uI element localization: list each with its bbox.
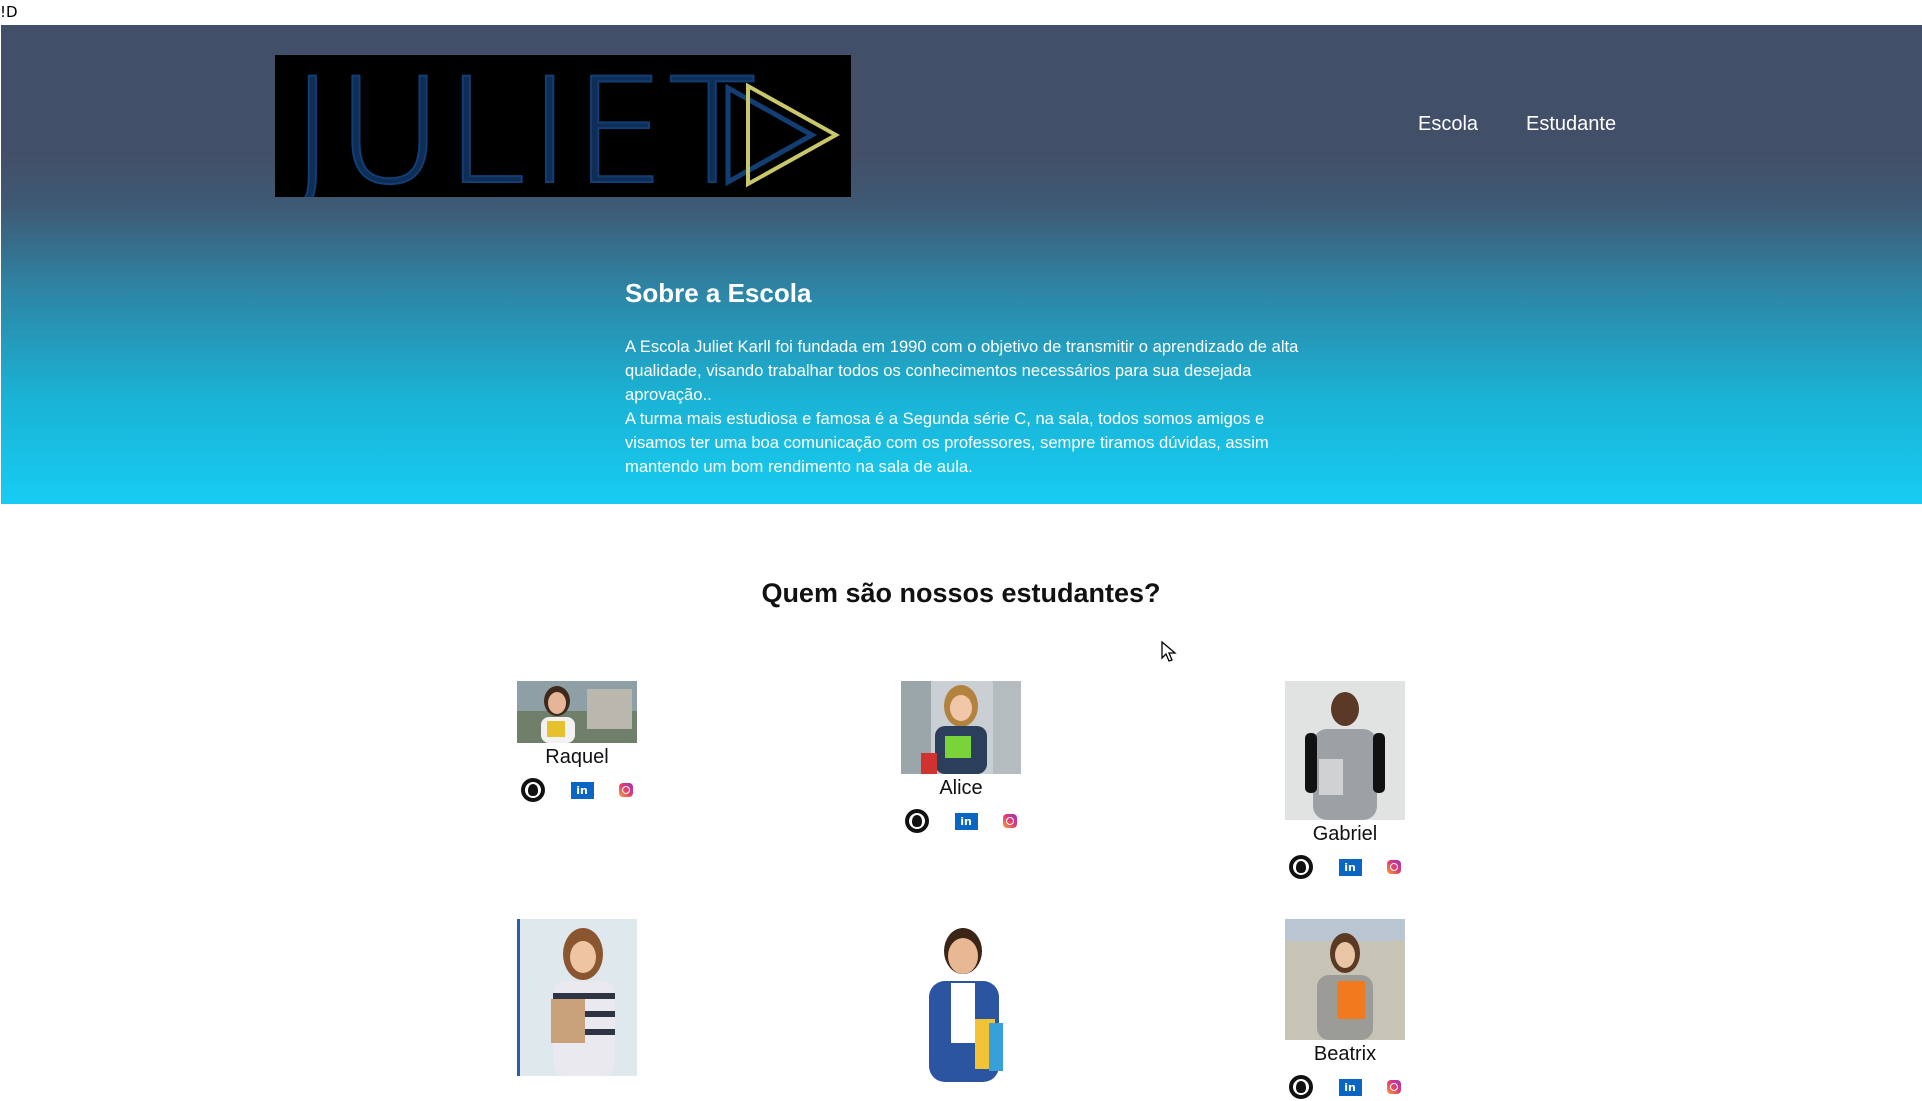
logo[interactable]: JULIET — [275, 55, 851, 197]
linkedin-icon[interactable]: in — [954, 812, 978, 830]
github-icon[interactable] — [1289, 1075, 1313, 1099]
student-card-raquel: Raquel in — [517, 681, 637, 804]
github-icon[interactable] — [905, 809, 929, 833]
student-card-4 — [517, 919, 637, 1076]
instagram-icon[interactable] — [1003, 814, 1017, 828]
logo-text: JULIET — [290, 55, 759, 197]
student-photo — [1285, 919, 1405, 1040]
student-photo — [1285, 681, 1405, 820]
instagram-icon[interactable] — [1387, 1080, 1401, 1094]
students-title: Quem são nossos estudantes? — [761, 578, 1161, 608]
nav-estudante[interactable]: Estudante — [1526, 113, 1616, 136]
github-icon[interactable] — [521, 778, 545, 802]
linkedin-icon[interactable]: in — [570, 781, 594, 799]
student-name: Raquel — [545, 746, 609, 768]
linkedin-icon[interactable]: in — [1338, 1078, 1362, 1096]
student-name: Gabriel — [1312, 823, 1378, 845]
student-photo — [517, 919, 637, 1076]
instagram-icon[interactable] — [619, 783, 633, 797]
student-card-alice: Alice in — [901, 681, 1021, 835]
about-paragraph: A turma mais estudiosa e famosa é a Segu… — [625, 409, 1269, 476]
social-links: in — [1285, 853, 1405, 881]
student-card-gabriel: Gabriel in — [1285, 681, 1405, 881]
student-photo — [901, 919, 1021, 1082]
social-links: in — [1285, 1073, 1405, 1101]
linkedin-icon[interactable]: in — [1338, 858, 1362, 876]
about-paragraph: A Escola Juliet Karll foi fundada em 199… — [625, 337, 1299, 404]
student-photo — [517, 681, 637, 743]
github-icon[interactable] — [1289, 855, 1313, 879]
about-title: Sobre a Escola — [625, 278, 812, 308]
nav-escola[interactable]: Escola — [1418, 113, 1478, 136]
top-strip: !D — [0, 0, 1922, 24]
top-strip-text: !D — [0, 3, 18, 21]
mouse-cursor-icon — [1161, 641, 1177, 662]
student-name: Beatrix — [1313, 1043, 1377, 1065]
instagram-icon[interactable] — [1387, 860, 1401, 874]
about-text: A Escola Juliet Karll foi fundada em 199… — [625, 335, 1310, 479]
student-card-beatrix: Beatrix in — [1285, 919, 1405, 1101]
social-links: in — [517, 776, 637, 804]
play-icon — [725, 82, 840, 188]
social-links: in — [901, 807, 1021, 835]
student-card-5 — [901, 919, 1021, 1082]
student-name: Alice — [939, 777, 983, 799]
student-photo — [901, 681, 1021, 774]
